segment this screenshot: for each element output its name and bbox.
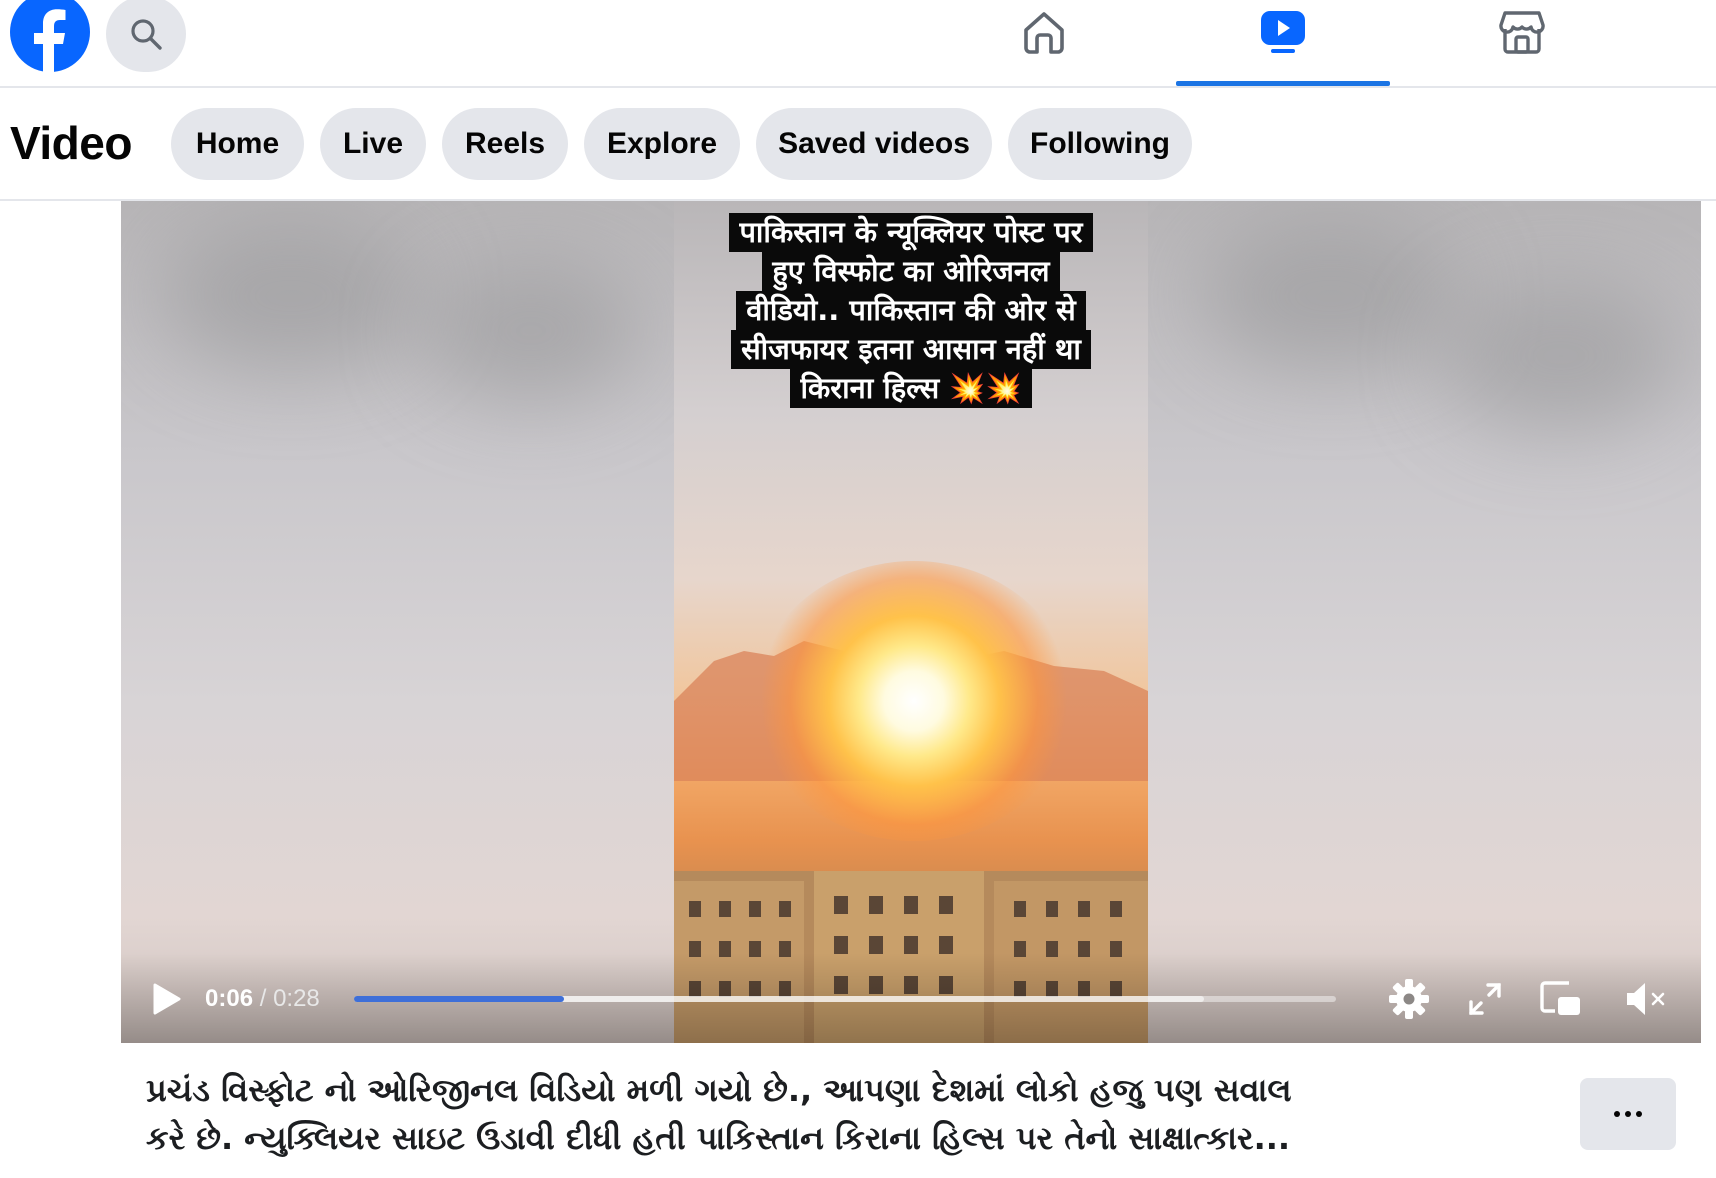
overlay-line: सीजफायर इतना आसान नहीं था xyxy=(731,330,1091,369)
pill-saved-videos[interactable]: Saved videos xyxy=(756,108,992,180)
nav-tab-video[interactable] xyxy=(1176,0,1390,86)
video-section-header: Video Home Live Reels Explore Saved vide… xyxy=(0,88,1716,201)
pill-reels[interactable]: Reels xyxy=(442,108,568,180)
settings-icon[interactable] xyxy=(1387,977,1431,1021)
home-icon xyxy=(1024,12,1064,54)
play-icon[interactable] xyxy=(149,981,183,1017)
background-blur xyxy=(421,261,641,401)
fullscreen-icon[interactable] xyxy=(1467,981,1503,1017)
video-overlay-text: पाकिस्तान के न्यूक्लियर पोस्ट पर हुए विस… xyxy=(688,213,1134,408)
pill-home[interactable]: Home xyxy=(171,108,304,180)
caption-line: પ્રચંડ વિસ્ફોટ નો ઓરિજીનલ વિડિયો મળી ગયો… xyxy=(146,1071,1292,1109)
explosion-glow xyxy=(754,561,1074,841)
progress-fill xyxy=(354,996,565,1002)
caption-line: કરે છે. ન્યુક્લિયર સાઇટ ઉડાવી દીધી હતી પ… xyxy=(146,1119,1291,1157)
time-separator: / xyxy=(259,985,267,1012)
video-icon xyxy=(1261,11,1305,53)
progress-bar[interactable] xyxy=(354,996,1336,1002)
marketplace-icon xyxy=(1499,11,1545,54)
pill-explore[interactable]: Explore xyxy=(584,108,740,180)
nav-tab-home[interactable] xyxy=(937,0,1151,86)
background-blur xyxy=(1201,221,1461,371)
miniplayer-icon[interactable] xyxy=(1539,979,1583,1019)
overlay-line: वीडियो.. पाकिस्तान की ओर से xyxy=(736,291,1086,330)
pill-live[interactable]: Live xyxy=(320,108,426,180)
background-blur xyxy=(161,221,421,371)
more-options-icon xyxy=(1636,1111,1642,1117)
more-options-button[interactable] xyxy=(1580,1078,1676,1150)
search-button[interactable] xyxy=(106,0,186,72)
search-icon xyxy=(131,19,162,50)
duration: 0:28 xyxy=(273,985,320,1012)
playback-time: 0:06 / 0:28 xyxy=(205,985,320,1013)
current-time: 0:06 xyxy=(205,985,254,1012)
top-navigation-bar xyxy=(0,0,1716,88)
overlay-line: किराना हिल्स 💥💥 xyxy=(790,369,1032,408)
post-caption: પ્રચંડ વિસ્ફોટ નો ઓરિજીનલ વિડિયો મળી ગયો… xyxy=(146,1066,1506,1162)
page-title: Video xyxy=(10,117,132,169)
nav-tab-marketplace[interactable] xyxy=(1415,0,1629,86)
background-blur xyxy=(1441,281,1681,431)
more-options-icon xyxy=(1614,1111,1620,1117)
mute-icon[interactable] xyxy=(1623,979,1669,1019)
video-frame: पाकिस्तान के न्यूक्लियर पोस्ट पर हुए विस… xyxy=(674,201,1148,1043)
video-player[interactable]: पाकिस्तान के न्यूक्लियर पोस्ट पर हुए विस… xyxy=(121,201,1701,1043)
more-options-icon xyxy=(1625,1111,1631,1117)
overlay-line: पाकिस्तान के न्यूक्लियर पोस्ट पर xyxy=(729,213,1093,252)
overlay-line: हुए विस्फोट का ओरिजनल xyxy=(762,252,1060,291)
facebook-logo-icon[interactable] xyxy=(10,0,90,72)
pill-following[interactable]: Following xyxy=(1008,108,1192,180)
